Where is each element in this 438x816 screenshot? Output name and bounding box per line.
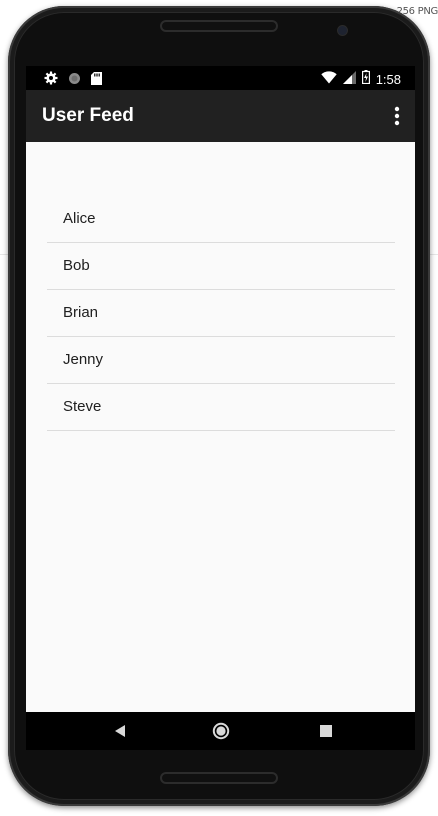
list-item-steve[interactable]: Steve xyxy=(47,384,395,431)
user-name: Steve xyxy=(63,398,102,415)
battery-charging-icon xyxy=(361,70,370,89)
user-name: Brian xyxy=(63,304,99,321)
navigation-bar xyxy=(26,712,415,750)
list-item-alice[interactable]: Alice xyxy=(47,196,395,243)
status-bar: 1:58 xyxy=(26,66,415,90)
settings-icon xyxy=(44,71,58,90)
sd-card-icon xyxy=(91,71,102,90)
user-name: Alice xyxy=(63,210,96,227)
app-bar: User Feed xyxy=(26,90,415,142)
wifi-icon xyxy=(320,70,337,89)
phone-frame: 1:58 User Feed Alice Bob Brian Jenny Ste… xyxy=(8,6,430,806)
status-left-icons xyxy=(44,71,102,90)
app-title: User Feed xyxy=(42,105,134,126)
list-item-bob[interactable]: Bob xyxy=(47,243,395,290)
circle-icon xyxy=(68,72,81,90)
home-icon[interactable] xyxy=(191,712,251,750)
back-icon[interactable] xyxy=(90,712,150,750)
top-speaker xyxy=(160,20,278,32)
user-name: Bob xyxy=(63,257,90,274)
user-list: Alice Bob Brian Jenny Steve xyxy=(47,196,395,431)
user-feed-content: Alice Bob Brian Jenny Steve xyxy=(26,142,415,712)
list-item-jenny[interactable]: Jenny xyxy=(47,337,395,384)
front-camera xyxy=(338,26,347,35)
user-name: Jenny xyxy=(63,351,104,368)
list-item-brian[interactable]: Brian xyxy=(47,290,395,337)
status-right-icons: 1:58 xyxy=(320,70,401,89)
signal-icon xyxy=(342,70,356,89)
status-time: 1:58 xyxy=(375,72,401,87)
overflow-menu-icon[interactable] xyxy=(389,104,405,128)
phone-screen: 1:58 User Feed Alice Bob Brian Jenny Ste… xyxy=(26,66,415,750)
bottom-speaker xyxy=(160,772,278,784)
recents-icon[interactable] xyxy=(296,712,356,750)
